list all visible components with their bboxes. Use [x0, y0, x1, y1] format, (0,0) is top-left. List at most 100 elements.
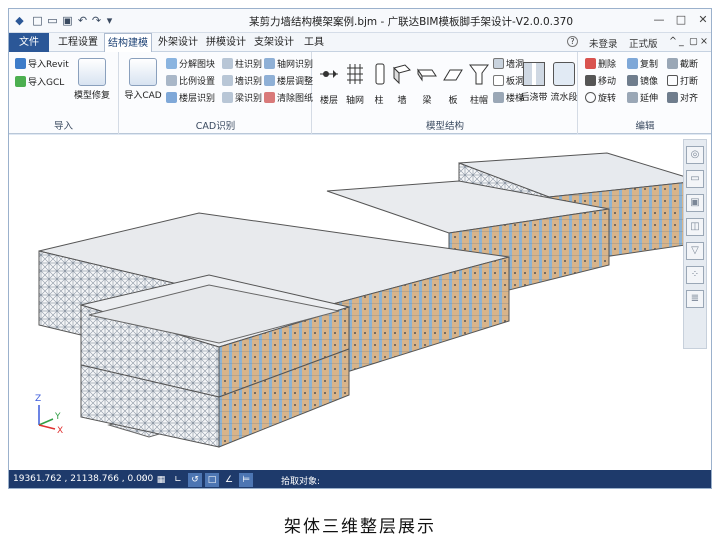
help-icon[interactable]: ? — [567, 36, 578, 47]
import-cad-button[interactable]: 导入CAD — [124, 58, 162, 101]
login-status[interactable]: 未登录 — [589, 36, 618, 50]
3d-viewport[interactable]: Z Y X — [9, 135, 711, 471]
wall-recognize-button[interactable]: 墙识别 — [222, 75, 262, 89]
tab-project-settings[interactable]: 工程设置 — [55, 33, 101, 52]
move-label: 移动 — [598, 77, 617, 87]
floor-icon — [320, 70, 338, 78]
beam-recognize-button[interactable]: 梁识别 — [222, 92, 262, 106]
floor-adjust-icon — [264, 75, 275, 86]
clear-drawing-button[interactable]: 清除图纸 — [264, 92, 313, 106]
new-icon[interactable]: □ — [31, 14, 44, 27]
import-revit-label: 导入Revit — [28, 60, 69, 70]
slab-opening-icon — [493, 75, 504, 86]
import-revit-button[interactable]: 导入Revit — [15, 58, 69, 72]
cursor-coordinates: 19361.762 , 21138.766 , 0.000 — [13, 474, 154, 484]
view-3d-icon[interactable]: ◎ — [686, 146, 704, 164]
floor-recognize-icon — [166, 92, 177, 103]
doc-close-icon[interactable]: × — [700, 36, 708, 47]
dots-icon[interactable]: ⁘ — [686, 266, 704, 284]
align-button[interactable]: 对齐 — [667, 92, 698, 106]
explode-icon — [166, 58, 177, 69]
mirror-label: 镜像 — [640, 77, 659, 87]
axis-triad: Z Y X — [35, 394, 63, 436]
undo-icon[interactable]: ↶ — [76, 14, 89, 27]
break-button[interactable]: 打断 — [667, 75, 698, 89]
layers-icon[interactable]: ≣ — [686, 290, 704, 308]
move-button[interactable]: 移动 — [585, 75, 616, 89]
tab-file[interactable]: 文件 — [9, 33, 49, 52]
model-repair-button[interactable]: 模型修复 — [71, 58, 113, 101]
close-icon[interactable]: ✕ — [695, 13, 711, 27]
copy-icon — [627, 58, 638, 69]
open-icon[interactable]: ▭ — [46, 14, 59, 27]
ortho-icon[interactable]: ▦ — [154, 473, 168, 487]
tab-structure-modeling[interactable]: 结构建模 — [104, 33, 152, 52]
floor-recognize-label: 楼层识别 — [179, 94, 216, 104]
scale-setting-button[interactable]: 比例设置 — [166, 75, 215, 89]
import-group-label: 导入 — [53, 121, 73, 132]
save-icon[interactable]: ▣ — [61, 14, 74, 27]
tab-formwork-design[interactable]: 拼模设计 — [203, 33, 249, 52]
tab-tools[interactable]: 工具 — [299, 33, 329, 52]
structure-group-label: 模型结构 — [425, 121, 464, 132]
flow-section-tool[interactable]: 流水段 — [549, 62, 579, 103]
axis-grid-tool[interactable]: 轴网 — [343, 62, 367, 106]
flow-section-label: 流水段 — [550, 93, 578, 103]
column-tool[interactable]: 柱 — [369, 62, 389, 106]
delete-button[interactable]: 删除 — [585, 58, 616, 72]
angle-icon[interactable]: ∠ — [222, 473, 236, 487]
extend-icon — [627, 92, 638, 103]
cube-front-icon[interactable]: ▣ — [686, 194, 704, 212]
mirror-button[interactable]: 镜像 — [627, 75, 658, 89]
edition-label[interactable]: 正式版 — [629, 36, 658, 50]
layer-icon[interactable]: ⊨ — [239, 473, 253, 487]
tab-support-design[interactable]: 支架设计 — [251, 33, 297, 52]
application-window: ◆ □ ▭ ▣ ↶ ↷ ▾ 某剪力墙结构模架案例.bjm - 广联达BIM模板脚… — [8, 8, 712, 489]
move-icon — [585, 75, 596, 86]
restore-icon[interactable]: □ — [673, 13, 689, 27]
doc-minimize-icon[interactable]: _ — [679, 36, 684, 47]
axis-y-label: Y — [54, 412, 61, 422]
column-recognize-icon — [222, 58, 233, 69]
collapse-ribbon-icon[interactable]: ^ — [669, 36, 677, 47]
filter-icon[interactable]: ▽ — [686, 242, 704, 260]
column-icon — [375, 63, 385, 85]
column-recognize-button[interactable]: 柱识别 — [222, 58, 262, 72]
stair-icon — [493, 92, 504, 103]
axis-recognize-button[interactable]: 轴网识别 — [264, 58, 313, 72]
grid-icon[interactable]: ⁙ — [137, 473, 151, 487]
trim-button[interactable]: 截断 — [667, 58, 698, 72]
wall-tool[interactable]: 墙 — [391, 62, 413, 106]
copy-button[interactable]: 复制 — [627, 58, 658, 72]
scale-setting-label: 比例设置 — [179, 77, 216, 87]
minimize-icon[interactable]: — — [651, 13, 667, 27]
column-cap-tool[interactable]: 柱帽 — [467, 62, 491, 106]
post-pour-strip-icon — [523, 62, 545, 86]
import-gcl-button[interactable]: 导入GCL — [15, 76, 64, 90]
beam-tool[interactable]: 梁 — [415, 62, 439, 106]
axis-icon[interactable]: ∟ — [171, 473, 185, 487]
window-title: 某剪力墙结构模架案例.bjm - 广联达BIM模板脚手架设计-V2.0.0.37… — [249, 16, 574, 28]
snap-icon[interactable]: ↺ — [188, 473, 202, 487]
post-pour-strip-label: 后浇带 — [520, 93, 548, 103]
axis-z-label: Z — [35, 394, 41, 404]
doc-restore-icon[interactable]: ▢ — [689, 36, 698, 47]
cube-top-icon[interactable]: ▭ — [686, 170, 704, 188]
column-label: 柱 — [374, 96, 384, 106]
floor-recognize-button[interactable]: 楼层识别 — [166, 92, 215, 106]
extend-button[interactable]: 延伸 — [627, 92, 658, 106]
floor-adjust-button[interactable]: 楼层调整 — [264, 75, 313, 89]
explode-block-button[interactable]: 分解图块 — [166, 58, 215, 72]
menu-bar: 文件 工程设置 结构建模 外架设计 拼模设计 支架设计 工具 ? 未登录 正式版… — [9, 33, 711, 52]
slab-tool[interactable]: 板 — [441, 62, 465, 106]
cube-side-icon[interactable]: ◫ — [686, 218, 704, 236]
redo-icon[interactable]: ↷ — [90, 14, 103, 27]
box-icon[interactable]: □ — [205, 473, 219, 487]
dropdown-icon[interactable]: ▾ — [103, 14, 116, 27]
break-label: 打断 — [680, 77, 699, 87]
tab-external-scaffold[interactable]: 外架设计 — [155, 33, 201, 52]
post-pour-strip-tool[interactable]: 后浇带 — [519, 62, 549, 103]
edit-group-label: 编辑 — [635, 121, 655, 132]
floor-tool[interactable]: 楼层 — [317, 62, 341, 106]
rotate-button[interactable]: 旋转 — [585, 92, 616, 106]
